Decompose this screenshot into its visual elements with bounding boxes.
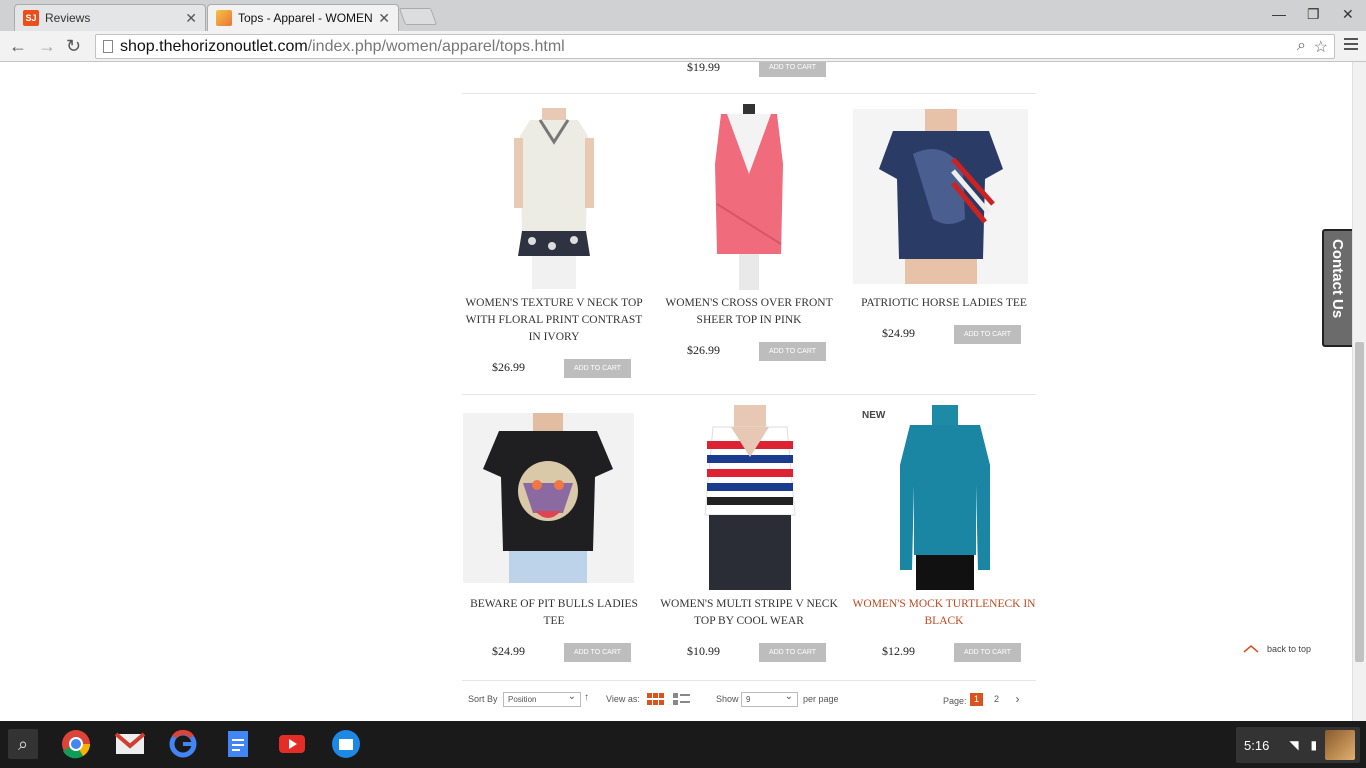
tab-reviews[interactable]: SJ Reviews ✕	[14, 4, 206, 31]
product-image-horse-tee[interactable]	[853, 109, 1028, 284]
os-shelf: ⌕ 5:16 ◥ ▮	[0, 721, 1366, 768]
product-price: $24.99	[882, 326, 915, 340]
add-to-cart-button[interactable]: ADD TO CART	[759, 342, 826, 361]
product-price: $12.99	[882, 644, 915, 658]
product-image-pink-top[interactable]	[693, 104, 805, 290]
minimize-icon[interactable]: —	[1272, 6, 1286, 22]
files-icon[interactable]	[331, 729, 361, 759]
avatar	[1325, 730, 1356, 760]
chevron-up-icon	[1243, 645, 1259, 653]
docs-icon[interactable]	[223, 729, 253, 759]
product-image-stripe-top[interactable]	[679, 405, 820, 590]
chrome-icon[interactable]	[61, 729, 91, 759]
new-tab-button[interactable]	[398, 8, 438, 25]
browser-toolbar: ← → ↻ shop.thehorizonoutlet.com/index.ph…	[0, 31, 1366, 62]
product-price: $10.99	[687, 644, 720, 658]
back-to-top-link[interactable]: back to top	[1243, 644, 1311, 654]
product-name[interactable]: WOMEN'S MULTI STRIPE V NECK TOP BY COOL …	[655, 596, 843, 630]
star-icon[interactable]: ☆	[1314, 37, 1328, 57]
launcher-search-icon[interactable]: ⌕	[8, 729, 38, 759]
tab-title: Reviews	[45, 11, 91, 25]
address-bar[interactable]: shop.thehorizonoutlet.com/index.php/wome…	[95, 34, 1335, 59]
close-window-icon[interactable]: ✕	[1342, 6, 1354, 23]
sort-by-select[interactable]: Position	[503, 690, 581, 707]
list-view-icon[interactable]	[673, 693, 691, 706]
product-image-ivory-top[interactable]	[492, 106, 616, 289]
add-to-cart-button[interactable]: ADD TO CART	[759, 643, 826, 662]
scrollbar-thumb[interactable]	[1355, 342, 1364, 662]
view-as-label: View as:	[606, 694, 640, 704]
product-name[interactable]: BEWARE OF PIT BULLS LADIES TEE	[462, 596, 646, 630]
product-price: $26.99	[492, 360, 525, 374]
row-divider	[462, 93, 1036, 94]
page-link-2[interactable]: 2	[990, 693, 1003, 706]
product-name[interactable]: WOMEN'S CROSS OVER FRONT SHEER TOP IN PI…	[660, 295, 838, 329]
tab-strip: SJ Reviews ✕ Tops - Apparel - WOMEN ✕ — …	[0, 0, 1366, 31]
per-page-select[interactable]: 9	[741, 690, 798, 707]
product-image-turtleneck[interactable]	[890, 405, 1000, 590]
status-tray[interactable]: 5:16 ◥ ▮	[1236, 727, 1360, 763]
contact-us-label: Contact Us	[1329, 239, 1346, 319]
sort-direction-icon[interactable]: ↑	[584, 692, 589, 703]
close-icon[interactable]: ✕	[185, 10, 197, 27]
product-price: $24.99	[492, 644, 525, 658]
site-favicon-icon	[216, 10, 232, 26]
new-badge: NEW	[862, 410, 886, 421]
close-icon[interactable]: ✕	[378, 10, 390, 27]
row-divider	[462, 680, 1036, 681]
battery-icon: ▮	[1310, 738, 1318, 752]
next-page-icon[interactable]: ›	[1011, 693, 1024, 706]
page-viewport: $19.99 ADD TO CART WOMEN'S TEXTURE V NEC…	[0, 62, 1352, 721]
sj-favicon-icon: SJ	[23, 10, 39, 26]
wifi-icon: ◥	[1289, 738, 1299, 752]
contact-us-tab[interactable]: Contact Us	[1322, 229, 1352, 347]
product-name[interactable]: WOMEN'S MOCK TURTLENECK IN BLACK	[852, 596, 1036, 630]
add-to-cart-button[interactable]: ADD TO CART	[954, 643, 1021, 662]
add-to-cart-button[interactable]: ADD TO CART	[759, 62, 826, 77]
page-icon	[103, 40, 113, 53]
grid-view-icon[interactable]	[647, 693, 665, 706]
url-path: /index.php/women/apparel/tops.html	[307, 37, 565, 55]
tab-title: Tops - Apparel - WOMEN	[238, 11, 373, 25]
gmail-icon[interactable]	[114, 729, 146, 759]
product-price: $19.99	[687, 62, 720, 74]
forward-arrow-icon[interactable]: →	[38, 36, 56, 57]
tab-tops-apparel[interactable]: Tops - Apparel - WOMEN ✕	[207, 4, 399, 31]
row-divider	[462, 394, 1036, 395]
page-scrollbar[interactable]	[1352, 62, 1366, 721]
google-icon[interactable]	[168, 729, 198, 759]
show-label: Show	[716, 694, 739, 704]
restore-icon[interactable]: ❐	[1307, 6, 1320, 23]
back-to-top-label: back to top	[1267, 644, 1312, 654]
search-icon[interactable]: ⌕	[1297, 37, 1306, 55]
listing-toolbar: Sort By Position ↑ View as: Show 9 per p…	[462, 689, 1036, 711]
youtube-icon[interactable]	[277, 729, 307, 759]
add-to-cart-button[interactable]: ADD TO CART	[954, 325, 1021, 344]
sort-by-label: Sort By	[468, 694, 498, 704]
add-to-cart-button[interactable]: ADD TO CART	[564, 643, 631, 662]
page-label: Page:	[943, 696, 967, 706]
per-page-label: per page	[803, 694, 839, 704]
product-price: $26.99	[687, 343, 720, 357]
product-image-pitbull-tee[interactable]	[463, 413, 634, 583]
page-link-1[interactable]: 1	[970, 693, 983, 706]
clock: 5:16	[1244, 737, 1270, 753]
url-host: shop.thehorizonoutlet.com	[120, 37, 308, 55]
add-to-cart-button[interactable]: ADD TO CART	[564, 359, 631, 378]
reload-icon[interactable]: ↻	[66, 36, 81, 57]
back-arrow-icon[interactable]: ←	[9, 36, 27, 57]
menu-icon[interactable]	[1344, 38, 1358, 53]
product-name[interactable]: WOMEN'S TEXTURE V NECK TOP WITH FLORAL P…	[462, 295, 646, 346]
product-name[interactable]: PATRIOTIC HORSE LADIES TEE	[853, 295, 1035, 312]
